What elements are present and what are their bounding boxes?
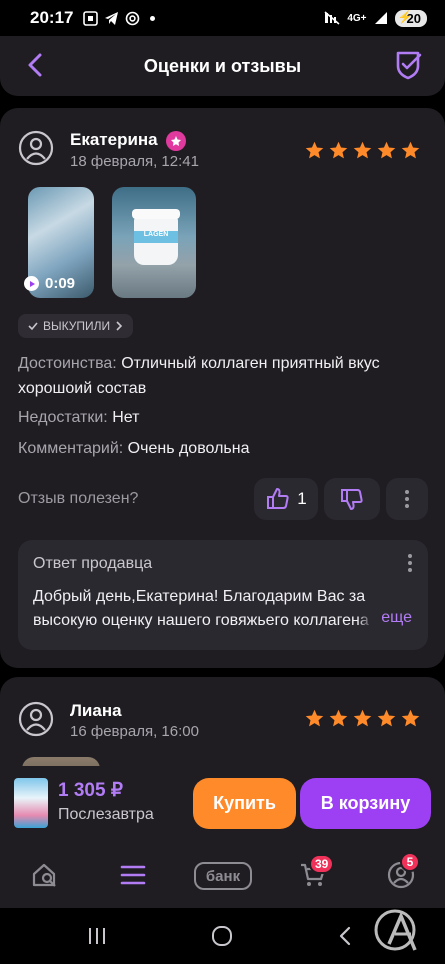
home-circle-icon[interactable] — [210, 924, 234, 948]
dislike-button[interactable] — [324, 478, 380, 520]
review-card: Екатерина 18 февраля, 12:41 0:09 LAGEN В… — [0, 108, 445, 668]
seller-reply-text: Добрый день,Екатерина! Благодарим Вас за… — [33, 588, 369, 629]
star-icon — [401, 709, 420, 727]
rating-stars — [304, 140, 421, 161]
user-avatar-icon — [18, 701, 54, 737]
page-title: Оценки и отзывы — [143, 55, 302, 76]
add-to-cart-button[interactable]: В корзину — [300, 778, 431, 829]
thumbs-down-icon — [341, 489, 363, 510]
star-icon — [377, 709, 396, 727]
back-icon[interactable] — [336, 925, 354, 947]
seller-reply: Ответ продавца Добрый день,Екатерина! Бл… — [18, 540, 428, 650]
reply-expand-link[interactable]: еще — [357, 609, 412, 627]
product-jar-lid — [132, 209, 180, 219]
delivery-date: Послезавтра — [58, 806, 154, 823]
premium-badge-icon — [166, 131, 186, 151]
tab-bank[interactable]: банк — [194, 862, 252, 890]
bottom-tab-bar: банк 39 5 — [0, 842, 445, 908]
like-count: 1 — [297, 489, 307, 508]
star-icon — [305, 709, 324, 727]
review-photo-thumbnail[interactable]: LAGEN — [112, 187, 196, 298]
review-disadvantages: Недостатки: Нет — [18, 405, 428, 430]
buy-bar: 1 305 ₽ Послезавтра Купить В корзину — [0, 766, 445, 842]
status-time: 20:17 — [30, 8, 74, 27]
review-author: Екатерина — [70, 130, 158, 149]
more-vertical-icon — [405, 490, 409, 508]
review-date: 16 февраля, 16:00 — [70, 723, 199, 740]
check-icon — [28, 322, 38, 331]
shield-check-icon[interactable] — [393, 49, 423, 81]
tab-home[interactable] — [28, 858, 62, 892]
star-icon — [401, 141, 420, 159]
recent-apps-icon[interactable] — [86, 926, 108, 946]
review-author: Лиана — [70, 701, 122, 720]
purchased-badge[interactable]: ВЫКУПИЛИ — [18, 314, 134, 338]
dot-icon — [150, 15, 156, 21]
star-icon — [329, 709, 348, 727]
cart-count-badge: 39 — [309, 854, 335, 874]
product-jar-label: LAGEN — [134, 231, 178, 243]
video-duration-tag: 0:09 — [24, 275, 75, 292]
comment-text: Очень довольна — [127, 440, 250, 457]
like-button[interactable]: 1 — [254, 478, 318, 520]
back-arrow-icon[interactable] — [22, 50, 52, 80]
watermark-logo-icon — [374, 909, 417, 951]
star-icon — [353, 709, 372, 727]
page-header: Оценки и отзывы — [0, 36, 445, 96]
star-icon — [353, 141, 372, 159]
useful-question: Отзыв полезен? — [18, 490, 139, 507]
status-notification-icons — [83, 10, 156, 26]
bolt-icon: ⚡ — [397, 9, 413, 24]
thumbs-up-icon — [267, 488, 289, 509]
review-comment: Комментарий: Очень довольна — [18, 436, 428, 461]
play-icon — [24, 276, 39, 291]
review-date: 18 февраля, 12:41 — [70, 153, 199, 170]
tab-catalog[interactable] — [116, 858, 150, 892]
network-type: 4G+ — [347, 12, 367, 24]
chevron-right-icon — [116, 321, 123, 331]
buy-button[interactable]: Купить — [193, 778, 296, 829]
advantages-label: Достоинства: — [18, 355, 117, 372]
product-image[interactable] — [14, 778, 48, 828]
home-search-icon — [32, 863, 56, 887]
signal-icon — [374, 12, 387, 24]
review-advantages: Достоинства: Отличный коллаген приятный … — [18, 351, 428, 401]
profile-count-badge: 5 — [400, 852, 420, 872]
screenshot-icon — [83, 10, 99, 26]
disadvantages-text: Нет — [112, 409, 140, 426]
menu-icon — [120, 865, 146, 885]
star-icon — [329, 141, 348, 159]
purchased-label: ВЫКУПИЛИ — [43, 319, 111, 333]
status-right: 4G+ ⚡ 20 — [324, 9, 427, 27]
user-avatar-icon — [18, 130, 54, 166]
disadvantages-label: Недостатки: — [18, 409, 108, 426]
seller-reply-title: Ответ продавца — [33, 555, 153, 572]
review-more-button[interactable] — [386, 478, 428, 520]
star-icon — [377, 141, 396, 159]
video-duration: 0:09 — [45, 275, 76, 292]
star-icon — [305, 141, 324, 159]
comment-label: Комментарий: — [18, 440, 124, 457]
reply-more-icon[interactable] — [408, 554, 412, 572]
telegram-icon — [105, 11, 119, 25]
at-sign-icon — [126, 11, 140, 25]
status-bar: 20:17 4G+ ⚡ 20 — [0, 0, 445, 36]
rating-stars — [304, 708, 421, 729]
product-price: 1 305 ₽ — [58, 780, 123, 801]
mute-icon — [324, 11, 340, 25]
battery-indicator: ⚡ 20 — [394, 9, 427, 27]
